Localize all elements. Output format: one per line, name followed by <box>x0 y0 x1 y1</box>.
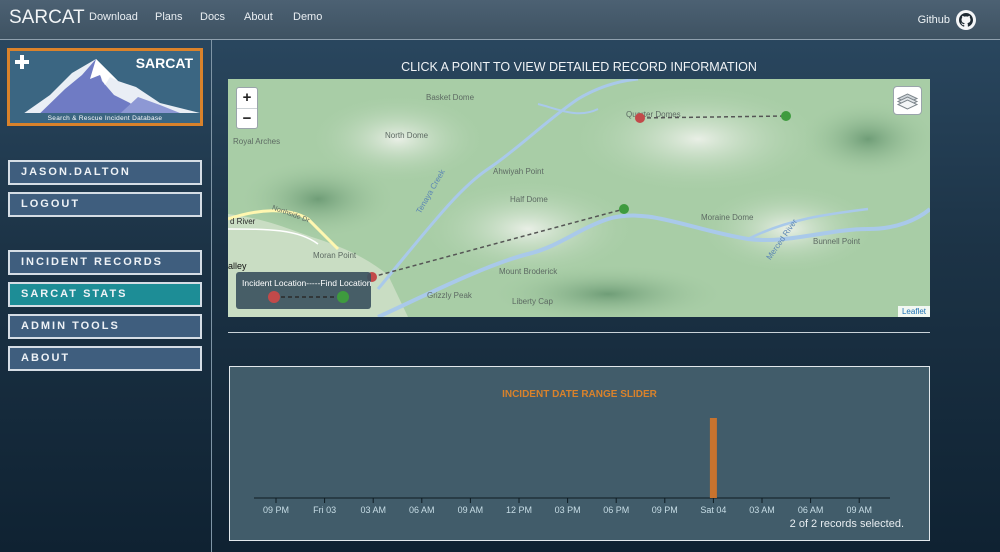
logo-subtitle: Search & Rescue Incident Database <box>47 115 163 122</box>
incident-count-bar[interactable] <box>709 418 717 498</box>
nav-demo[interactable]: Demo <box>293 11 322 23</box>
sarcat-logo: SARCAT Search & Rescue Incident Database <box>7 48 203 126</box>
sidebar-item-about[interactable]: ABOUT <box>8 346 202 371</box>
x-tick-label: Fri 03 <box>313 505 336 515</box>
x-tick-label: 06 PM <box>603 505 629 515</box>
sidebar-item-admin-tools[interactable]: ADMIN TOOLS <box>8 314 202 339</box>
leaflet-attribution-link[interactable]: Leaflet <box>897 306 930 317</box>
incident-marker-1[interactable] <box>635 113 645 123</box>
nav-about[interactable]: About <box>244 11 273 23</box>
x-tick-label: 09 PM <box>263 505 289 515</box>
section-divider <box>228 332 930 333</box>
x-tick-label: 09 AM <box>846 505 872 515</box>
x-tick-label: 03 AM <box>360 505 386 515</box>
records-selected-text: 2 of 2 records selected. <box>789 518 904 530</box>
sidebar-item-incident-records[interactable]: INCIDENT RECORDS <box>8 250 202 275</box>
x-tick-label: 03 AM <box>749 505 775 515</box>
find-marker-2[interactable] <box>619 204 629 214</box>
find-marker-1[interactable] <box>781 111 791 121</box>
logo-title: SARCAT <box>135 55 193 71</box>
nav-plans[interactable]: Plans <box>155 11 183 23</box>
x-tick-label: 09 PM <box>652 505 678 515</box>
map-legend: Incident Location-----Find Location <box>236 272 371 309</box>
layers-icon <box>896 93 919 110</box>
legend-incident-marker <box>268 291 280 303</box>
github-link[interactable]: Github <box>918 8 976 32</box>
date-range-slider-panel: INCIDENT DATE RANGE SLIDER 09 PM Fri 03 03… <box>229 366 930 541</box>
github-label: Github <box>917 14 950 26</box>
x-tick-label: 06 AM <box>409 505 435 515</box>
zoom-in-button[interactable]: + <box>237 88 257 108</box>
incident-map[interactable]: Basket Dome North Dome Royal Arches Ahwi… <box>228 79 930 317</box>
legend-find-marker <box>337 291 349 303</box>
plus-icon <box>15 55 29 69</box>
incident-path-line-1 <box>639 115 787 119</box>
page-title: CLICK A POINT TO VIEW DETAILED RECORD IN… <box>401 60 757 74</box>
x-tick-label: 09 AM <box>458 505 484 515</box>
user-button[interactable]: JASON.DALTON <box>8 160 202 185</box>
incident-path-line-2 <box>371 208 625 278</box>
brand-logo-text[interactable]: SARCAT <box>9 7 85 29</box>
date-range-chart[interactable]: 09 PM Fri 03 03 AM 06 AM 09 AM 12 PM 03 PM 06 P… <box>230 367 929 540</box>
github-icon <box>956 10 976 30</box>
nav-download[interactable]: Download <box>89 11 138 23</box>
legend-symbols <box>268 291 349 303</box>
zoom-control: + − <box>236 87 258 129</box>
sidebar-item-sarcat-stats[interactable]: SARCAT STATS <box>8 282 202 307</box>
x-tick-label: 03 PM <box>555 505 581 515</box>
top-navbar: SARCAT Download Plans Docs About Demo Gi… <box>0 0 1000 40</box>
zoom-out-button[interactable]: − <box>237 108 257 128</box>
x-tick-label: 06 AM <box>798 505 824 515</box>
layers-control-button[interactable] <box>893 86 922 115</box>
x-tick-label: Sat 04 <box>700 505 726 515</box>
x-tick-label: 12 PM <box>506 505 532 515</box>
sidebar: SARCAT Search & Rescue Incident Database… <box>0 40 212 552</box>
nav-docs[interactable]: Docs <box>200 11 225 23</box>
logout-button[interactable]: LOGOUT <box>8 192 202 217</box>
